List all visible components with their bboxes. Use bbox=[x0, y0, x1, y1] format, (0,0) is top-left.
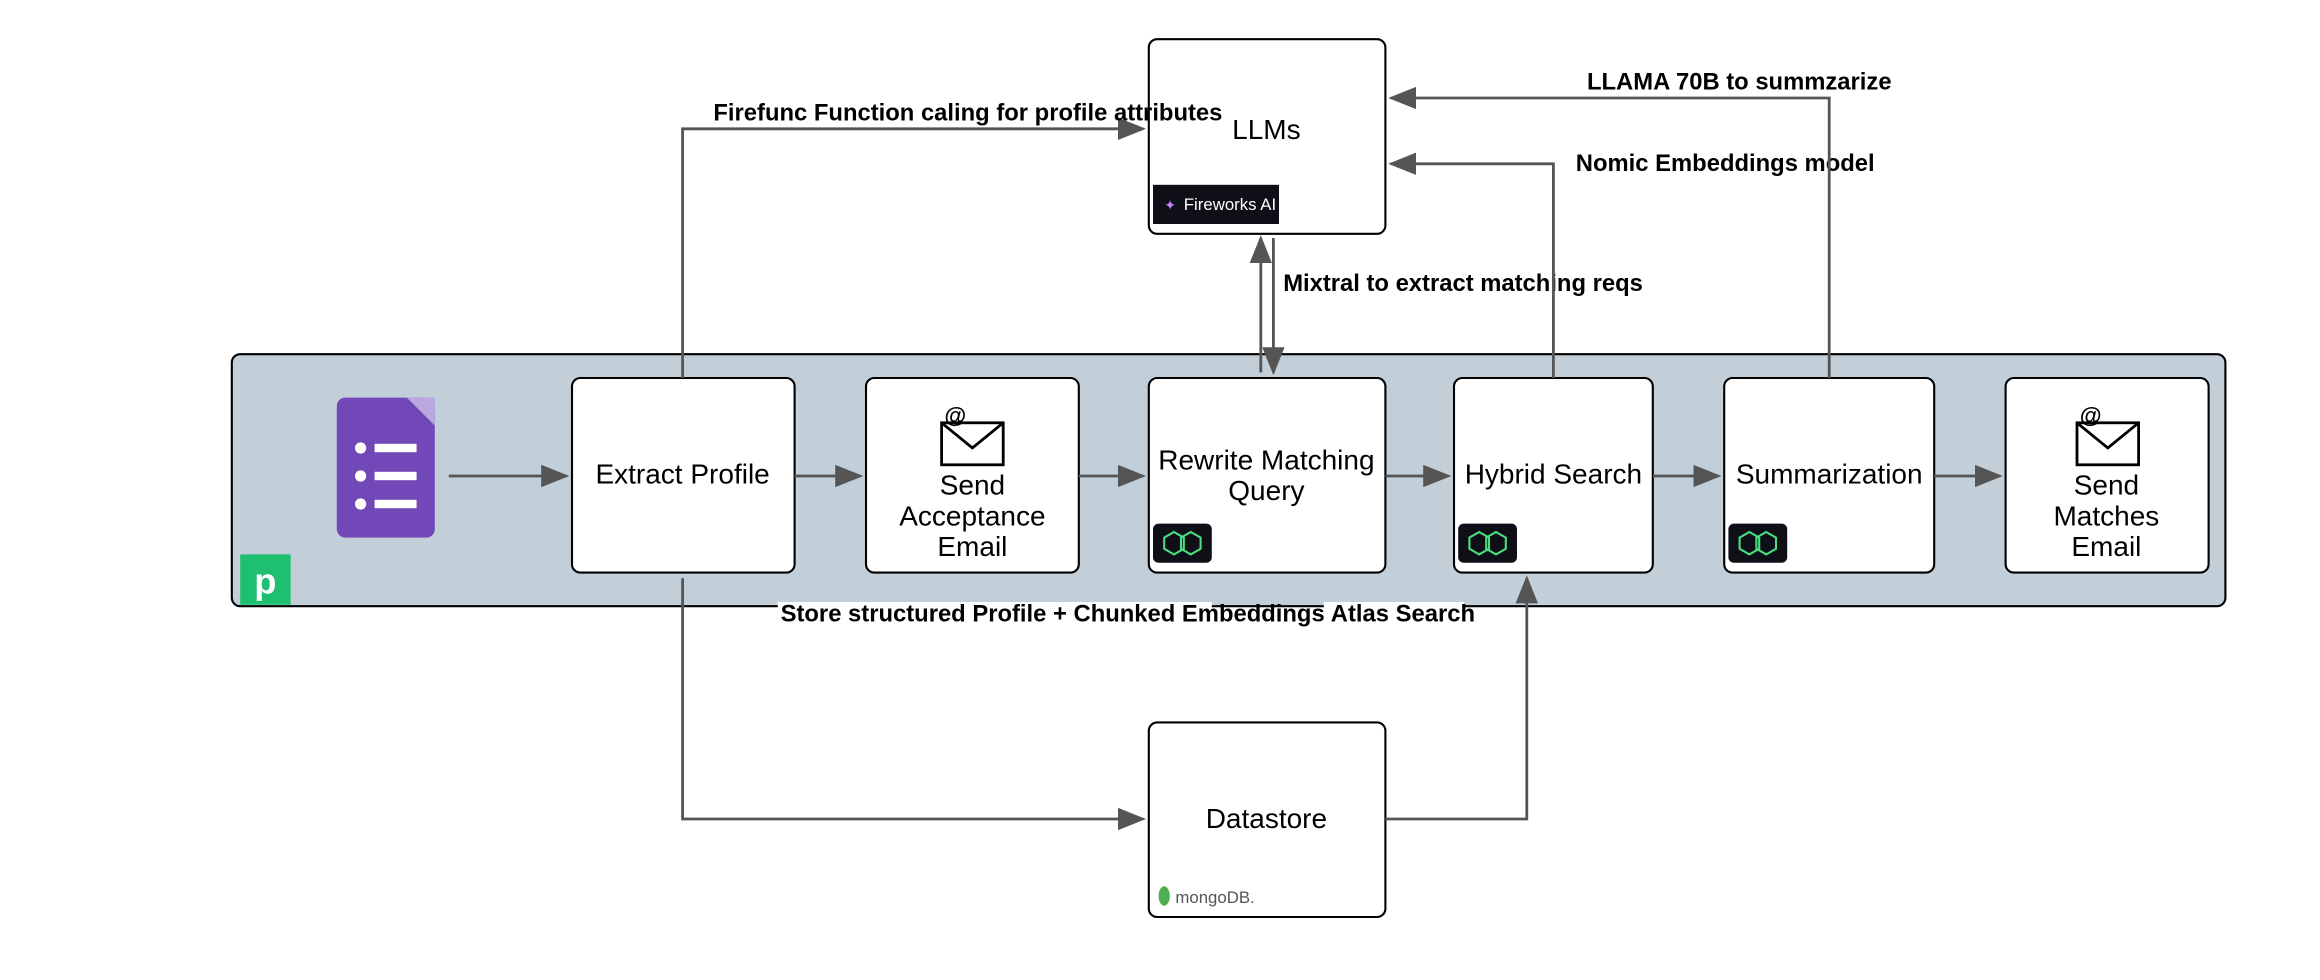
edge-llama bbox=[1391, 98, 1829, 378]
node-llms: LLMs Fireworks AI ✦ bbox=[1149, 39, 1386, 234]
datastore-label: Datastore bbox=[1206, 803, 1327, 834]
summarization-label: Summarization bbox=[1736, 458, 1923, 489]
edge-mixtral-label: Mixtral to extract matching reqs bbox=[1283, 270, 1643, 297]
rewrite-query-l2: Query bbox=[1228, 475, 1304, 506]
mongodb-hex-badge-2 bbox=[1458, 524, 1517, 563]
send-matches-l3: Email bbox=[2071, 531, 2141, 562]
edge-firefunc-label: Firefunc Function caling for profile att… bbox=[713, 99, 1222, 126]
node-send-matches: @ Send Matches Email bbox=[2006, 378, 2209, 573]
edge-atlas-label: Atlas Search bbox=[1331, 601, 1475, 628]
send-matches-l1: Send bbox=[2074, 470, 2139, 501]
rewrite-query-l1: Rewrite Matching bbox=[1158, 444, 1374, 475]
node-extract-profile: Extract Profile bbox=[572, 378, 795, 573]
llms-label: LLMs bbox=[1232, 114, 1300, 145]
edge-llama-label: LLAMA 70B to summzarize bbox=[1587, 69, 1892, 96]
send-matches-l2: Matches bbox=[2053, 500, 2159, 531]
svg-text:@: @ bbox=[944, 403, 966, 428]
extract-profile-label: Extract Profile bbox=[595, 458, 769, 489]
svg-text:✦: ✦ bbox=[1164, 197, 1176, 213]
send-acceptance-l3: Email bbox=[937, 531, 1007, 562]
node-datastore: Datastore mongoDB. bbox=[1149, 722, 1386, 917]
node-send-acceptance: @ Send Acceptance Email bbox=[866, 378, 1079, 573]
mongodb-hex-badge-1 bbox=[1153, 524, 1212, 563]
node-hybrid-search: Hybrid Search bbox=[1454, 378, 1653, 573]
architecture-diagram: p LLMs Fireworks AI ✦ Extract Profile @ … bbox=[0, 0, 2320, 980]
edge-store-label: Store structured Profile + Chunked Embed… bbox=[781, 601, 1325, 628]
hybrid-search-label: Hybrid Search bbox=[1465, 458, 1642, 489]
fireworks-badge-text: Fireworks AI bbox=[1184, 195, 1276, 214]
edge-firefunc bbox=[683, 129, 1144, 378]
send-acceptance-l1: Send bbox=[940, 470, 1005, 501]
node-rewrite-query: Rewrite Matching Query bbox=[1149, 378, 1386, 573]
node-summarization: Summarization bbox=[1724, 378, 1934, 573]
svg-text:@: @ bbox=[2080, 403, 2102, 428]
platform-badge-letter: p bbox=[254, 561, 276, 602]
mongodb-hex-badge-3 bbox=[1728, 524, 1787, 563]
google-forms-icon bbox=[337, 398, 435, 538]
mongodb-badge-text: mongoDB. bbox=[1175, 888, 1254, 907]
send-acceptance-l2: Acceptance bbox=[899, 500, 1045, 531]
